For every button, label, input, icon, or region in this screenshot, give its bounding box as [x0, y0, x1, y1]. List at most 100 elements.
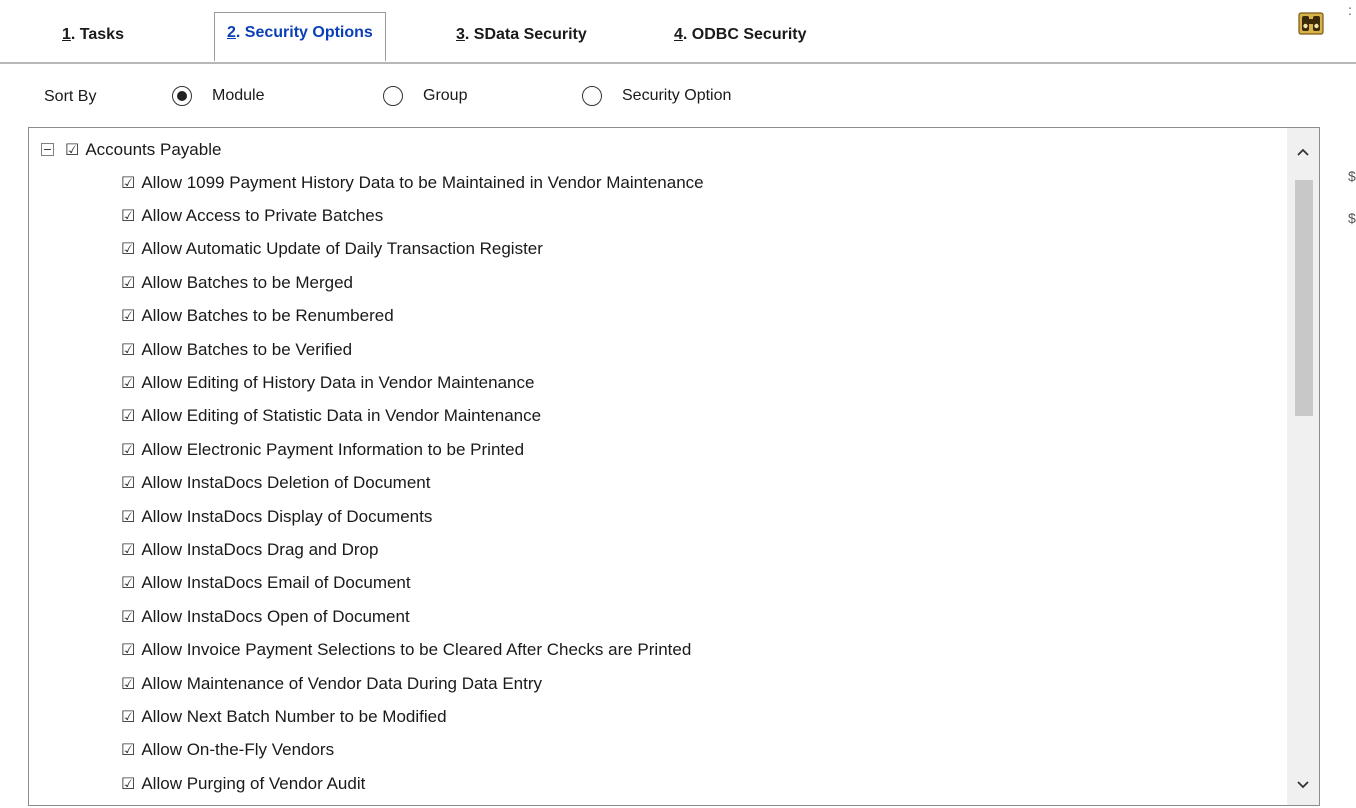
tree-item-label: Allow InstaDocs Deletion of Document [141, 473, 431, 493]
tab-bar: 1. Tasks 2. Security Options 3. SData Se… [0, 0, 1356, 64]
vertical-scrollbar[interactable] [1287, 128, 1319, 805]
tree-item-label: Allow Batches to be Renumbered [141, 306, 394, 326]
tree-item-security-option[interactable]: ☑ Allow InstaDocs Deletion of Document [121, 467, 430, 500]
radio-circle[interactable] [582, 86, 602, 106]
radio-label: Group [423, 87, 468, 104]
edge-fragment: : [1348, 2, 1352, 18]
tree-viewport: ☑ Accounts Payable ☑ Allow 1099 Payment H… [29, 128, 1287, 805]
edge-fragment: $ [1348, 210, 1356, 226]
tree-item-label: Allow Purging of Vendor Audit [141, 773, 366, 793]
tree-item-security-option[interactable]: ☑ Allow Automatic Update of Daily Transac… [121, 233, 543, 266]
sort-by-label: Sort By [44, 88, 97, 105]
checkbox-checked-icon[interactable]: ☑ [121, 707, 135, 727]
tree-node-accounts-payable[interactable]: ☑ Accounts Payable [41, 133, 221, 166]
edge-fragment: $ [1348, 168, 1356, 184]
checkbox-checked-icon[interactable]: ☑ [121, 640, 135, 660]
chevron-up-icon [1297, 148, 1309, 156]
tree-item-label: Allow Electronic Payment Information to … [141, 439, 525, 459]
scroll-thumb[interactable] [1295, 180, 1313, 416]
checkbox-checked-icon[interactable]: ☑ [121, 173, 135, 193]
tab-security-options[interactable]: 2. Security Options [214, 12, 386, 62]
checkbox-checked-icon[interactable]: ☑ [121, 740, 135, 760]
tab-label: . SData Security [464, 26, 587, 43]
tree-item-security-option[interactable]: ☑ Allow Maintenance of Vendor Data During… [121, 667, 542, 700]
tree-item-security-option[interactable]: ☑ Allow Invoice Payment Selections to be … [121, 634, 691, 667]
tab-label: . Tasks [70, 26, 124, 43]
sort-module-radio[interactable]: Module [172, 86, 264, 106]
binoculars-help-icon [1298, 12, 1324, 35]
tree-item-security-option[interactable]: ☑ Allow On-the-Fly Vendors [121, 734, 334, 767]
tree-item-security-option[interactable]: ☑ Allow Editing of History Data in Vendor… [121, 366, 534, 399]
tree-item-label: Allow Access to Private Batches [141, 205, 384, 225]
tree-item-security-option[interactable]: ☑ Allow InstaDocs Open of Document [121, 600, 410, 633]
tree-item-security-option[interactable]: ☑ Allow Batches to be Merged [121, 266, 353, 299]
tab-accelerator: 2 [227, 24, 236, 41]
tab-sdata-security[interactable]: 3. SData Security [456, 26, 587, 56]
tree-item-label: Allow On-the-Fly Vendors [141, 740, 335, 760]
sort-security-option-radio[interactable]: Security Option [582, 86, 731, 106]
tree-item-label: Allow Batches to be Verified [141, 339, 353, 359]
scroll-down-button[interactable] [1287, 765, 1319, 805]
checkbox-checked-icon[interactable]: ☑ [121, 206, 135, 226]
tree-item-label: Allow 1099 Payment History Data to be Ma… [141, 172, 704, 192]
tab-divider [0, 62, 1356, 64]
checkbox-checked-icon[interactable]: ☑ [121, 573, 135, 593]
checkbox-checked-icon[interactable]: ☑ [121, 674, 135, 694]
checkbox-checked-icon[interactable]: ☑ [121, 607, 135, 627]
tab-accelerator: 4 [674, 26, 683, 43]
sort-by-row: Sort By Module Group Security Option [0, 78, 1356, 118]
radio-selected-dot [177, 91, 187, 101]
tree-item-security-option[interactable]: ☑ Allow Editing of Statistic Data in Vend… [121, 400, 541, 433]
checkbox-checked-icon[interactable]: ☑ [121, 473, 135, 493]
tree-item-security-option[interactable]: ☑ Allow InstaDocs Drag and Drop [121, 533, 379, 566]
tree-item-label: Allow InstaDocs Email of Document [141, 573, 411, 593]
tree-item-security-option[interactable]: ☑ Allow Purging of Vendor Audit [121, 767, 365, 800]
sort-group-radio[interactable]: Group [383, 86, 467, 106]
radio-circle[interactable] [383, 86, 403, 106]
tree-item-label: Allow Batches to be Merged [141, 272, 354, 292]
collapse-minus-icon[interactable] [41, 143, 54, 156]
tree-item-security-option[interactable]: ☑ Allow InstaDocs Email of Document [121, 567, 411, 600]
tab-accelerator: 1 [62, 26, 71, 43]
radio-label: Security Option [622, 87, 732, 104]
tab-odbc-security[interactable]: 4. ODBC Security [674, 26, 807, 56]
tree-item-label: Allow Next Batch Number to be Modified [141, 706, 447, 726]
tree-item-label: Allow Editing of Statistic Data in Vendo… [141, 406, 542, 426]
checkbox-checked-icon[interactable]: ☑ [121, 507, 135, 527]
tree-item-security-option[interactable]: ☑ Allow InstaDocs Display of Documents [121, 500, 432, 533]
tree-item-label: Allow Maintenance of Vendor Data During … [141, 673, 543, 693]
tree-item-label: Allow Invoice Payment Selections to be C… [141, 640, 692, 660]
tab-tasks[interactable]: 1. Tasks [62, 26, 124, 56]
checkbox-checked-icon[interactable]: ☑ [121, 273, 135, 293]
tree-item-security-option[interactable]: ☑ Allow Electronic Payment Information to… [121, 433, 524, 466]
tree-item-label: Allow InstaDocs Display of Documents [141, 506, 433, 526]
tree-item-security-option[interactable]: ☑ Allow Access to Private Batches [121, 199, 383, 232]
checkbox-checked-icon[interactable]: ☑ [121, 340, 135, 360]
checkbox-checked-icon[interactable]: ☑ [121, 440, 135, 460]
checkbox-checked-icon[interactable]: ☑ [121, 306, 135, 326]
checkbox-checked-icon[interactable]: ☑ [65, 140, 79, 160]
help-button[interactable] [1296, 8, 1326, 38]
tab-label: . ODBC Security [682, 26, 807, 43]
checkbox-checked-icon[interactable]: ☑ [121, 774, 135, 794]
tree-item-security-option[interactable]: ☑ Allow Next Batch Number to be Modified [121, 700, 447, 733]
chevron-down-icon [1297, 781, 1309, 789]
tab-accelerator: 3 [456, 26, 465, 43]
radio-label: Module [212, 87, 265, 104]
scroll-up-button[interactable] [1287, 132, 1319, 172]
checkbox-checked-icon[interactable]: ☑ [121, 540, 135, 560]
checkbox-checked-icon[interactable]: ☑ [121, 239, 135, 259]
tree-item-label: Allow Automatic Update of Daily Transact… [141, 239, 543, 259]
checkbox-checked-icon[interactable]: ☑ [121, 406, 135, 426]
tree-item-security-option[interactable]: ☑ Allow Batches to be Verified [121, 333, 352, 366]
tree-item-security-option[interactable]: ☑ Allow Batches to be Renumbered [121, 300, 394, 333]
tab-label: . Security Options [235, 24, 373, 41]
tree-item-label: Allow InstaDocs Drag and Drop [141, 539, 379, 559]
security-options-tree[interactable]: ☑ Accounts Payable ☑ Allow 1099 Payment H… [28, 127, 1320, 806]
radio-circle[interactable] [172, 86, 192, 106]
tree-item-security-option[interactable]: ☑ Allow 1099 Payment History Data to be M… [121, 166, 704, 199]
tree-node-label: Accounts Payable [85, 139, 222, 159]
tree-item-label: Allow InstaDocs Open of Document [141, 606, 410, 626]
checkbox-checked-icon[interactable]: ☑ [121, 373, 135, 393]
tree-item-label: Allow Editing of History Data in Vendor … [141, 372, 535, 392]
